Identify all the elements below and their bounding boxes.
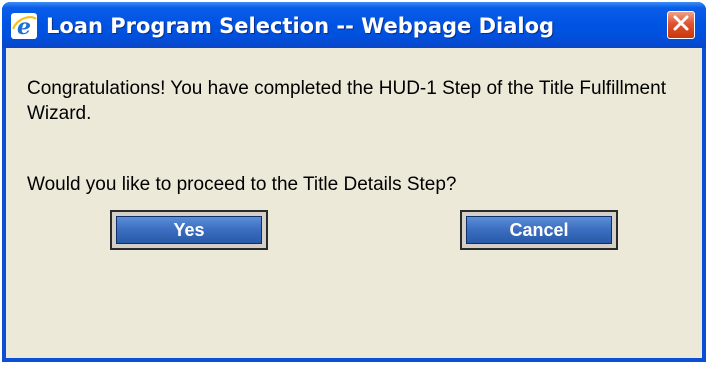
yes-button[interactable]: Yes: [110, 210, 268, 250]
dialog-window: e Loan Program Selection -- Webpage Dial…: [2, 2, 706, 362]
dialog-body: Congratulations! You have completed the …: [6, 48, 702, 358]
close-button[interactable]: [667, 11, 695, 39]
cancel-button[interactable]: Cancel: [460, 210, 618, 250]
internet-explorer-icon: e: [10, 12, 38, 40]
close-icon: [672, 14, 690, 37]
completion-message: Congratulations! You have completed the …: [27, 78, 666, 124]
proceed-question: Would you like to proceed to the Title D…: [27, 174, 457, 195]
cancel-button-label[interactable]: Cancel: [466, 216, 612, 244]
yes-button-label[interactable]: Yes: [116, 216, 262, 244]
dialog-title: Loan Program Selection -- Webpage Dialog: [46, 14, 555, 38]
title-bar[interactable]: e Loan Program Selection -- Webpage Dial…: [2, 2, 706, 48]
